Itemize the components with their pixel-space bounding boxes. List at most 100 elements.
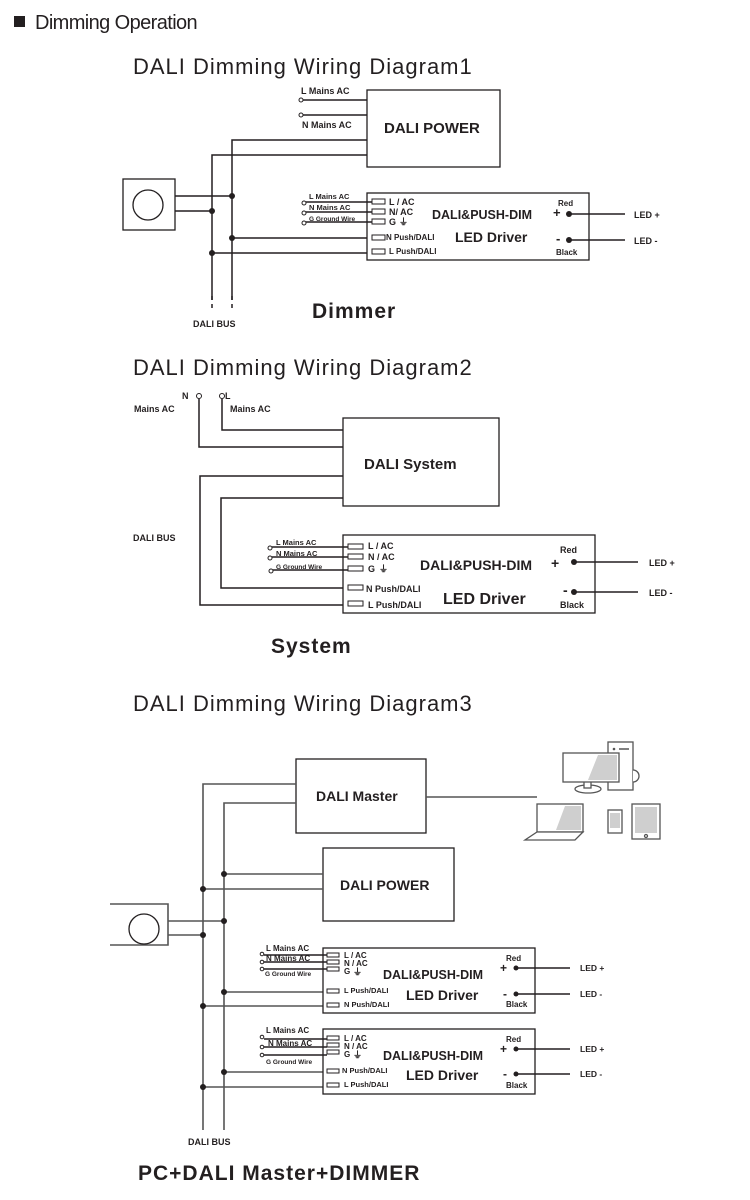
d3-junction [200,886,206,892]
d2-input-terminal [267,555,273,561]
d1-junction [229,193,235,199]
d1-minus-sign: - [556,231,560,246]
d1-input-terminal [301,210,307,216]
d3-junction [221,1069,227,1075]
d3-bus-label: DALI BUS [188,1137,231,1147]
d3-drv2-ground-icon: ⏚ [353,1050,362,1060]
d2-n-mains-wire [198,399,343,448]
d3-terminal-slot [326,966,340,972]
d2-l-label: L [225,391,231,401]
d1-terminal-label: L Push/DALI [389,247,436,256]
d2-terminal-label: N Push/DALI [366,584,421,594]
d2-n-label: N [182,391,189,401]
pc-tower-power-icon [612,747,616,751]
d3-led-driver-1: L Mains AC N Mains AC G Ground Wire L / … [200,944,604,1014]
d2-l-terminal [219,393,225,399]
d3-input-terminal [259,1052,265,1058]
diagram-1-title: DALI Dimming Wiring Diagram1 [133,54,473,79]
d3-junction [221,871,227,877]
d3-junction [200,932,206,938]
d1-terminal-label: L / AC [389,197,415,207]
d3-bus-wire-b [223,802,296,1130]
d1-n-mains-terminal [298,112,304,118]
d1-terminal-slot [371,234,386,241]
d2-driver-name-1: DALI&PUSH-DIM [420,557,532,573]
d3-drv1-ground-icon: ⏚ [353,967,362,977]
diagram-2-title: DALI Dimming Wiring Diagram2 [133,355,473,380]
d3-dali-power-label: DALI POWER [340,877,429,893]
diagram-3-caption: PC+DALI Master+DIMMER [138,1162,420,1185]
laptop-base-icon [522,831,585,841]
diagram-1-caption: Dimmer [312,300,396,323]
d3-drv2-black-label: Black [506,1081,528,1090]
d2-led-pos-label: LED + [649,558,675,568]
d1-input-terminal [301,220,307,226]
d3-terminal-slot [326,952,340,958]
d3-led-driver-2: L Mains AC N Mains AC G Ground Wire L / … [200,1026,604,1095]
d1-plus-sign: + [553,205,561,220]
d1-terminal-slot [371,218,386,225]
tablet-screen-icon [635,807,657,833]
d3-drv2-led-pos: LED + [580,1044,604,1054]
d3-drv1-input-label: G Ground Wire [265,971,312,978]
d3-drv1-terminal-label: G [344,967,350,976]
d1-terminal-label: N/ AC [389,207,414,217]
d1-terminal-label: G [389,217,396,227]
pc-tower-cable-icon [632,769,640,783]
diagram-2: DALI Dimming Wiring Diagram2 N Mains AC … [133,355,675,658]
diagram-1: DALI Dimming Wiring Diagram1 L Mains AC … [122,54,660,329]
d3-junction [221,989,227,995]
d2-terminal-slot [347,584,364,591]
d2-plus-sign: + [551,555,559,571]
d3-drv1-red-label: Red [506,954,521,963]
d1-led-neg-label: LED - [634,236,658,246]
d2-minus-sign: - [563,582,568,598]
d1-bus-label: DALI BUS [193,319,236,329]
d2-dali-system-label: DALI System [364,456,457,473]
d3-drv2-terminal-label: G [344,1050,350,1059]
d3-drv2-terminal-label: L Push/DALI [344,1080,388,1089]
d1-input-n-label: N Mains AC [309,203,351,212]
d2-terminal-label: N / AC [368,552,395,562]
d2-terminal-label: L / AC [368,541,394,551]
d3-drv1-led-pos: LED + [580,963,604,973]
d1-l-mains-label: L Mains AC [301,86,350,96]
d3-drv2-input-label: L Mains AC [266,1026,309,1035]
d1-terminal-label: N Push/DALI [386,233,434,242]
d1-driver-name-1: DALI&PUSH-DIM [432,208,532,222]
d3-drv1-black-label: Black [506,1000,528,1009]
d3-input-terminal [259,951,265,957]
d2-ground-icon: ⏚ [379,564,388,574]
d1-led-pos-label: LED + [634,210,660,220]
d3-drv1-terminal-label: N Push/DALI [344,1000,389,1009]
d3-dimmer-knob-icon [128,913,160,945]
d2-terminal-slot [347,565,364,572]
d3-drv2-minus: - [503,1067,507,1081]
d1-n-mains-label: N Mains AC [302,120,352,130]
d3-input-terminal [259,966,265,972]
d2-terminal-slot [347,553,364,560]
d1-junction [229,235,235,241]
d2-input-terminal [267,545,273,551]
d2-led-driver: L Mains AC N Mains AC G Ground Wire L / … [267,534,675,614]
d3-terminal-slot [326,1082,340,1088]
smartphone-screen-icon [610,813,620,828]
d3-drv2-terminal-label: N Push/DALI [342,1066,387,1075]
d3-drv2-input-label: G Ground Wire [266,1059,313,1066]
d2-bus-label: DALI BUS [133,533,176,543]
d3-terminal-slot [326,1035,340,1041]
d1-driver-name-2: LED Driver [455,229,528,245]
d3-drv1-led-neg: LED - [580,989,602,999]
diagram-3: DALI Dimming Wiring Diagram3 DALI Master [110,691,661,1185]
d3-drv2-red-label: Red [506,1035,521,1044]
diagram-3-title: DALI Dimming Wiring Diagram3 [133,691,473,716]
d3-junction [200,1003,206,1009]
d2-terminal-label: G [368,564,375,574]
d2-led-neg-label: LED - [649,588,673,598]
d1-ground-icon: ⏚ [399,217,408,227]
d2-driver-name-2: LED Driver [443,591,526,608]
wiring-diagrams: DALI Dimming Wiring Diagram1 L Mains AC … [110,54,675,1185]
d3-drv2-name-2: LED Driver [406,1067,479,1083]
d2-terminal-slot [347,543,364,550]
d2-l-mains-label: Mains AC [230,404,271,414]
